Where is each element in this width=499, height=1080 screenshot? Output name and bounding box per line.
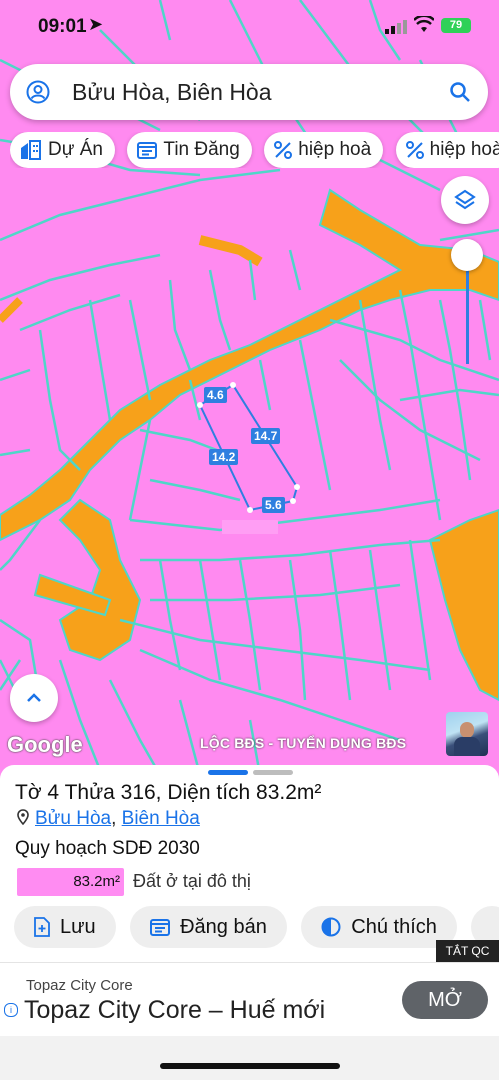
layers-icon — [454, 189, 476, 210]
location-pin-icon — [17, 809, 29, 826]
page-dot-active — [208, 770, 248, 775]
chevron-up-icon — [27, 693, 41, 702]
map-watermark: LỘC BĐS - TUYỂN DỤNG BĐS — [200, 735, 407, 751]
chip-hiep-hoa[interactable]: hiệp hoà — [264, 132, 384, 168]
ad-advertiser: Topaz City Core — [26, 977, 133, 994]
legend-label: Chú thích — [351, 915, 437, 938]
chip-label: hiệp hoà — [429, 139, 499, 160]
land-use-label: Đất ở tại đô thị — [133, 871, 251, 891]
opacity-slider-track[interactable] — [466, 262, 469, 364]
chip-hiep-hoa-2[interactable]: hiệp hoà — [395, 132, 499, 168]
wifi-icon — [414, 16, 434, 32]
measure-label-left: 14.2 — [209, 449, 239, 465]
measure-label-top: 4.6 — [204, 387, 227, 403]
cellular-signal-icon — [385, 20, 407, 34]
percent-icon — [274, 141, 293, 159]
layers-button[interactable] — [441, 176, 489, 224]
filter-chips: Dự Án Tin Đăng hiệp hoà hiệp hoà — [10, 132, 499, 168]
agent-thumbnail[interactable] — [446, 712, 488, 756]
chip-label: hiệp hoà — [298, 139, 372, 160]
expand-up-button[interactable] — [10, 674, 58, 722]
legend-button[interactable]: Chú thích — [301, 906, 457, 948]
post-sale-icon — [150, 919, 171, 936]
parcel-address: Bửu Hòa, Biên Hòa — [17, 808, 200, 830]
account-icon[interactable] — [26, 80, 50, 104]
plan-label: Quy hoạch SDĐ 2030 — [15, 838, 200, 859]
city-link[interactable]: Biên Hòa — [122, 808, 200, 829]
land-use-swatch: 83.2m² — [17, 868, 124, 896]
measure-label-bottom: 5.6 — [262, 497, 285, 513]
save-label: Lưu — [60, 915, 96, 938]
home-indicator-area — [0, 1036, 499, 1080]
save-icon — [34, 917, 50, 937]
post-sale-button[interactable]: Đăng bán — [130, 906, 287, 948]
listing-icon — [137, 142, 158, 159]
ad-headline[interactable]: Topaz City Core – Huế mới — [24, 996, 325, 1025]
face-icon — [460, 722, 474, 738]
percent-icon — [405, 141, 424, 159]
chip-label: Dự Án — [48, 139, 103, 160]
ad-info-icon[interactable]: i — [4, 1003, 18, 1017]
chip-label: Tin Đăng — [163, 139, 240, 160]
chip-tin-dang[interactable]: Tin Đăng — [127, 132, 252, 168]
search-icon[interactable] — [448, 80, 472, 104]
status-bar: 09:01 ➤ 79 — [0, 0, 499, 56]
measure-label-right: 14.7 — [251, 428, 281, 444]
opacity-slider-handle[interactable] — [451, 239, 483, 271]
chip-du-an[interactable]: Dự Án — [10, 132, 115, 168]
battery-icon: 79 — [441, 18, 471, 33]
close-ad-button[interactable]: TẮT QC — [436, 940, 499, 962]
location-arrow-icon: ➤ — [88, 14, 104, 34]
save-button[interactable]: Lưu — [14, 906, 116, 948]
google-logo: Google — [7, 732, 83, 757]
search-input[interactable]: Bửu Hòa, Biên Hòa — [72, 79, 272, 106]
project-icon — [21, 140, 41, 160]
ward-link[interactable]: Bửu Hòa — [35, 808, 111, 829]
address-separator: , — [111, 808, 122, 829]
sheet-page-indicator[interactable] — [208, 770, 298, 775]
parcel-title: Tờ 4 Thửa 316, Diện tích 83.2m² — [15, 781, 322, 804]
action-buttons: Lưu Đăng bán Chú thích — [14, 906, 499, 948]
ad-banner[interactable]: i Topaz City Core Topaz City Core – Huế … — [0, 962, 499, 1037]
post-sale-label: Đăng bán — [180, 915, 267, 938]
page-dot — [253, 770, 293, 775]
home-indicator[interactable] — [160, 1063, 340, 1069]
status-time: 09:01 — [38, 16, 87, 37]
ad-open-button[interactable]: MỞ — [402, 981, 488, 1019]
legend-icon — [321, 917, 341, 937]
search-bar[interactable]: Bửu Hòa, Biên Hòa — [10, 64, 488, 120]
